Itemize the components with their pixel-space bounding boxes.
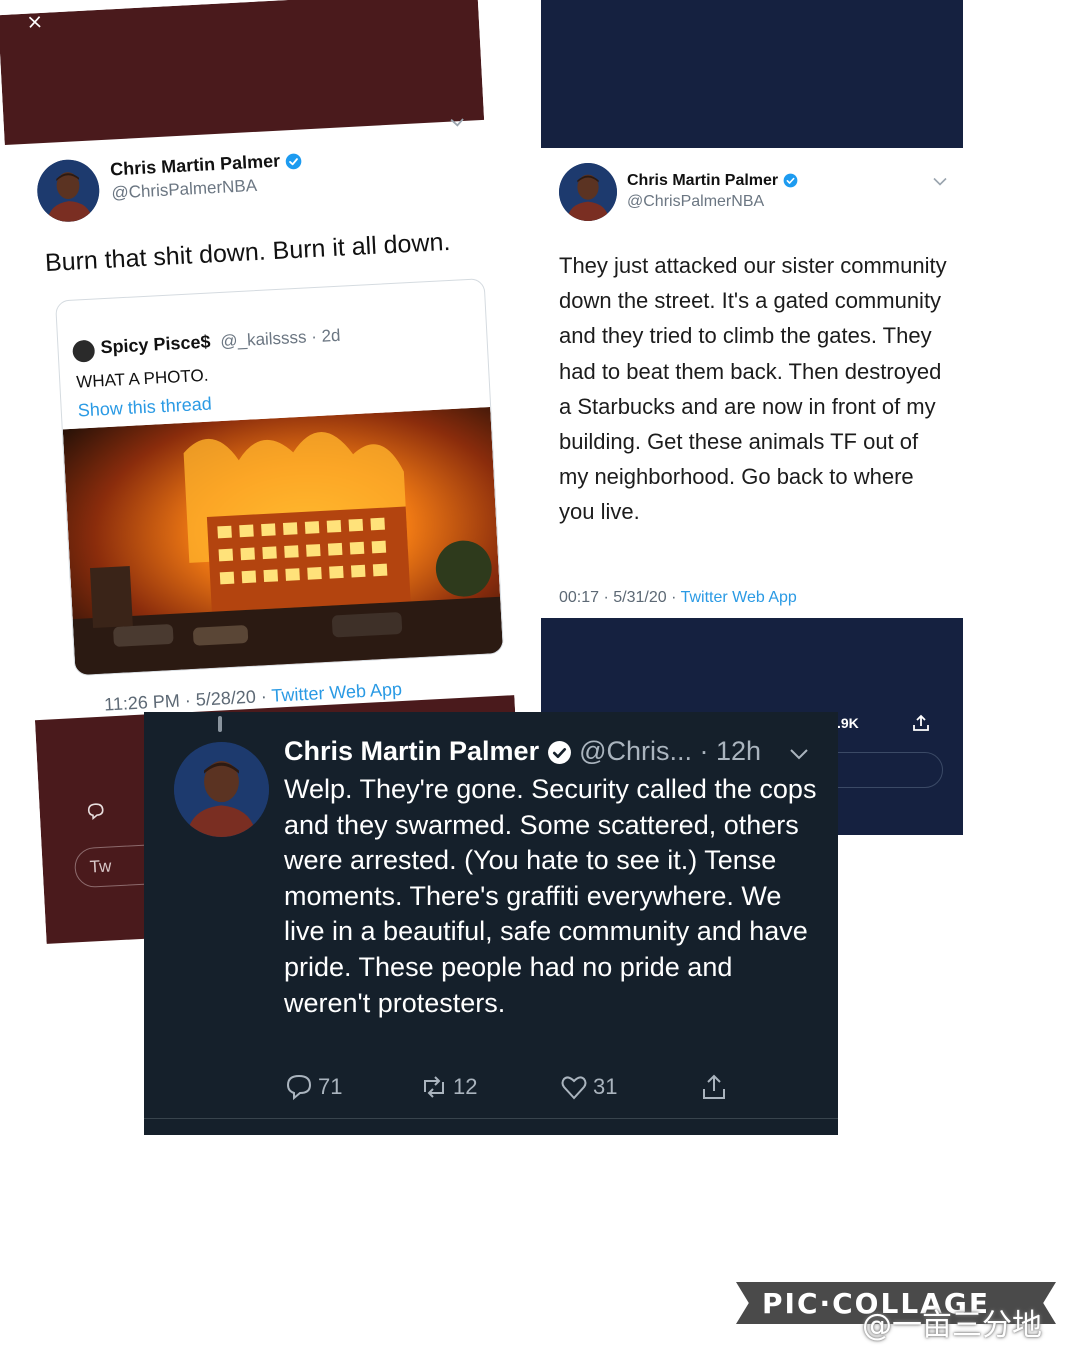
source-link[interactable]: Twitter Web App	[681, 589, 797, 606]
show-thread-link[interactable]: Show this thread	[77, 394, 212, 422]
right-tweet-screenshot: Chris Martin Palmer @ChrisPalmerNBA They…	[541, 0, 963, 835]
close-icon[interactable]: ×	[26, 9, 44, 34]
quoted-author-name[interactable]: Spicy Pisce$	[100, 332, 211, 359]
heart-icon	[561, 1076, 587, 1100]
tweet-header: Chris Martin Palmer @Chris... · 12h	[284, 736, 761, 767]
author-handle[interactable]: @Chris...	[579, 736, 692, 766]
author-handle[interactable]: @ChrisPalmerNBA	[627, 193, 764, 211]
author-name[interactable]: Chris Martin Palmer	[627, 172, 798, 190]
burning-building-photo[interactable]	[62, 406, 504, 677]
verified-badge-icon	[285, 153, 302, 169]
retweet-count: 12	[453, 1074, 478, 1099]
quoted-author-handle: @_kailssss · 2d	[219, 325, 341, 351]
quoted-text: WHAT A PHOTO.	[75, 365, 209, 392]
author-name[interactable]: Chris Martin Palmer	[284, 736, 539, 766]
author-handle[interactable]: @ChrisPalmerNBA	[111, 176, 258, 204]
tweet-meta: 00:17 · 5/31/20 · Twitter Web App	[559, 589, 797, 607]
chevron-down-icon[interactable]	[450, 117, 465, 128]
reply-count: 71	[318, 1074, 343, 1099]
share-icon	[703, 1074, 725, 1099]
divider	[144, 1118, 838, 1119]
avatar[interactable]	[559, 163, 617, 221]
tweet-text: They just attacked our sister community …	[559, 253, 947, 525]
reply-icon	[286, 1074, 312, 1101]
quoted-avatar[interactable]	[72, 339, 96, 363]
author-name[interactable]: Chris Martin Palmer	[110, 149, 303, 180]
action-bar: 71 12 31	[284, 1070, 744, 1104]
retweet-icon	[424, 1076, 444, 1098]
top-dark-band	[541, 0, 963, 148]
like-count-fragment: .9K	[837, 715, 859, 731]
top-dark-band	[0, 0, 485, 146]
chevron-down-icon[interactable]	[790, 748, 808, 760]
credit-watermark: @一亩三分地	[862, 1308, 1042, 1343]
avatar[interactable]	[35, 158, 101, 224]
thread-line	[218, 716, 222, 732]
verified-badge-icon	[783, 173, 797, 188]
post-time: · 12h	[692, 736, 762, 766]
reply-icon[interactable]	[85, 801, 106, 822]
dark-tweet-screenshot: Chris Martin Palmer @Chris... · 12h Welp…	[144, 712, 838, 1135]
like-count: 31	[593, 1074, 618, 1099]
chevron-down-icon[interactable]	[933, 177, 947, 186]
forum-logo-watermark	[875, 1133, 1051, 1285]
quoted-tweet[interactable]: Spicy Pisce$ @_kailssss · 2d WHAT A PHOT…	[55, 278, 505, 677]
avatar[interactable]	[174, 742, 269, 837]
tweet-text: Burn that shit down. Burn it all down.	[44, 227, 451, 278]
verified-badge-icon	[547, 741, 571, 765]
share-icon[interactable]	[911, 713, 931, 733]
tweet-text: Welp. They're gone. Security called the …	[284, 774, 817, 1018]
timestamp: 00:17 · 5/31/20 ·	[559, 589, 681, 606]
